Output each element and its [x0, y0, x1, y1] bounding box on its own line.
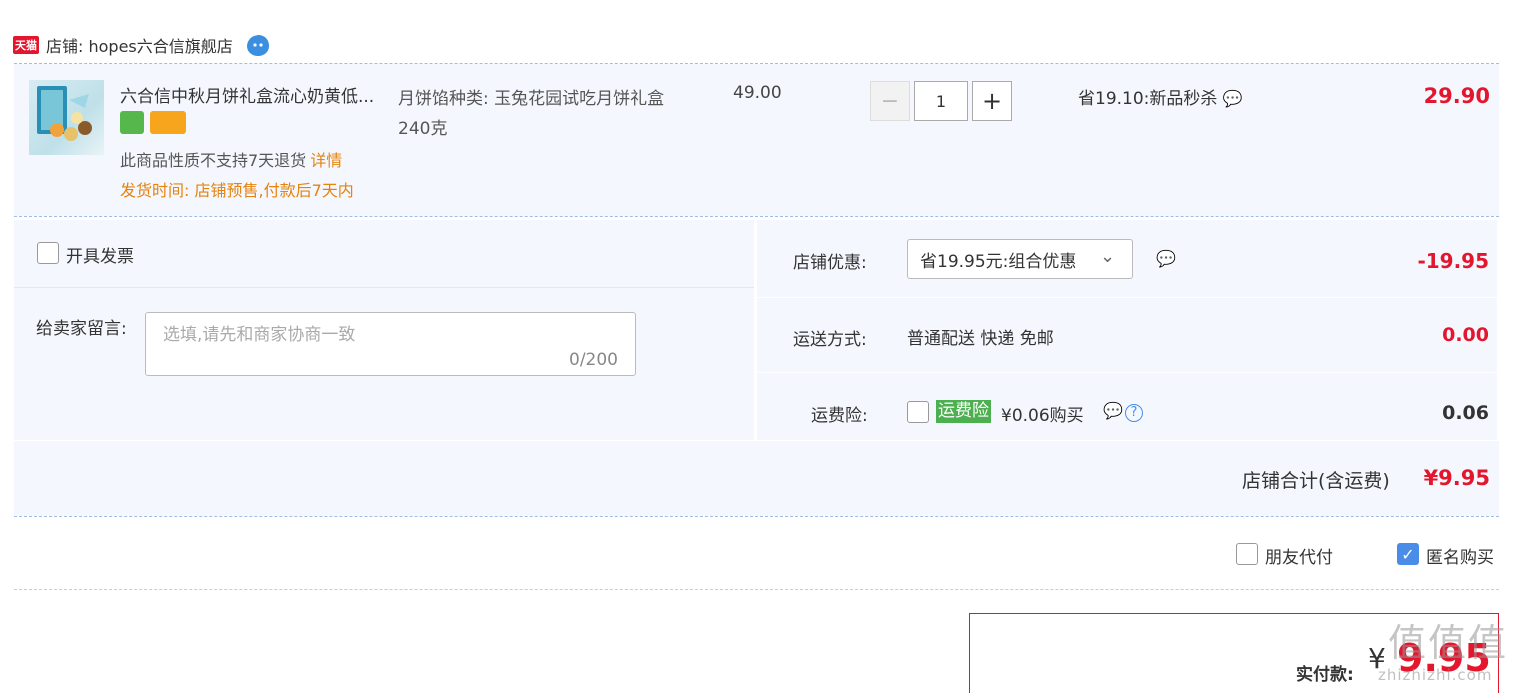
coupon-value: 省19.95元:组合优惠: [920, 251, 1077, 272]
original-price: 49.00: [733, 83, 782, 103]
ship-time: 发货时间: 店铺预售,付款后7天内: [120, 181, 354, 200]
insurance-label: 运费险:: [811, 406, 868, 426]
promo-text: 省19.10:新品秒杀: [1078, 89, 1218, 109]
chat-icon[interactable]: 💬: [1223, 89, 1243, 108]
invoice-label: 开具发票: [66, 247, 134, 267]
return-policy-text: 此商品性质不支持7天退货: [120, 151, 307, 170]
shipping-value: 普通配送 快递 免邮: [907, 329, 1054, 349]
coupon-label: 店铺优惠:: [793, 253, 867, 273]
chevron-down-icon[interactable]: ⌄: [1100, 246, 1115, 267]
help-icon[interactable]: ?: [1124, 404, 1143, 422]
service-badge-icon: [120, 111, 144, 134]
details-link[interactable]: 详情: [310, 151, 342, 170]
anonymous-checkbox[interactable]: ✓: [1397, 543, 1419, 565]
invoice-checkbox[interactable]: [37, 242, 59, 264]
final-price: 29.90: [1423, 84, 1490, 108]
return-policy: 此商品性质不支持7天退货 详情: [120, 147, 342, 171]
insurance-tag: 运费险: [936, 400, 991, 423]
quantity-minus-button[interactable]: −: [870, 81, 910, 121]
friend-pay-label: 朋友代付: [1265, 548, 1333, 568]
message-label: 给卖家留言:: [36, 319, 127, 339]
shipping-label: 运送方式:: [793, 330, 867, 350]
shop-name[interactable]: 店铺: hopes六合信旗舰店: [46, 33, 233, 57]
anonymous-label: 匿名购买: [1426, 548, 1494, 568]
chat-icon[interactable]: 💬: [1103, 401, 1123, 420]
coupon-amount: -19.95: [1417, 249, 1489, 273]
shop-total-label: 店铺合计(含运费): [1242, 470, 1390, 492]
friend-pay-checkbox[interactable]: [1236, 543, 1258, 565]
divider: [14, 287, 754, 288]
card-badge-icon: [150, 111, 186, 134]
tmall-badge-icon: 天猫: [13, 36, 39, 54]
watermark-url: zhizhizhi.com: [1378, 666, 1493, 684]
quantity-input[interactable]: 1: [914, 81, 968, 121]
insurance-amount: 0.06: [1442, 402, 1489, 424]
divider: [14, 516, 1499, 517]
shipping-amount: 0.00: [1442, 324, 1489, 346]
shop-header: 天猫 店铺: hopes六合信旗舰店: [13, 30, 271, 60]
divider: [757, 297, 1497, 298]
divider: [757, 372, 1497, 373]
divider: [14, 216, 1499, 217]
product-title[interactable]: 六合信中秋月饼礼盒流心奶黄低...: [120, 82, 374, 107]
payment-label: 实付款:: [1296, 665, 1354, 685]
chat-icon[interactable]: 💬: [1156, 249, 1176, 268]
shop-total-amount: ¥9.95: [1423, 466, 1490, 490]
product-sku: 月饼馅种类: 玉兔花园试吃月饼礼盒240克: [398, 89, 665, 139]
watermark: 值值值: [1388, 621, 1509, 665]
insurance-price: ¥0.06购买: [1001, 406, 1084, 426]
wangwang-icon[interactable]: [245, 33, 271, 57]
promo-info: 省19.10:新品秒杀 💬: [1078, 84, 1243, 109]
insurance-checkbox[interactable]: [907, 401, 929, 423]
check-icon: ✓: [1401, 544, 1415, 564]
message-counter: 0/200: [569, 350, 618, 370]
message-placeholder: 选填,请先和商家协商一致: [163, 325, 356, 345]
product-thumbnail[interactable]: [29, 80, 104, 155]
divider: [14, 589, 1499, 590]
insurance-icons: 💬?: [1103, 401, 1143, 422]
quantity-plus-button[interactable]: +: [972, 81, 1012, 121]
